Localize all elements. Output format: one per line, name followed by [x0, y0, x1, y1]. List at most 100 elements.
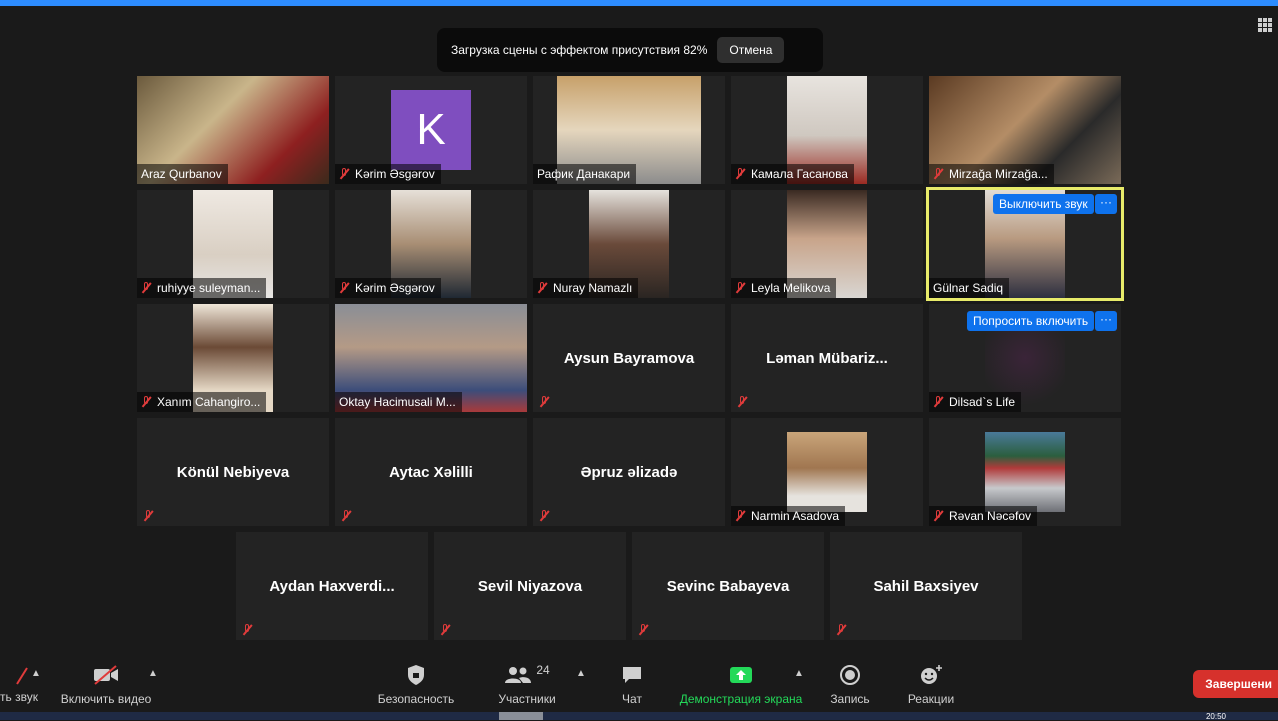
participant-name: Kərim Əsgərov [335, 278, 441, 298]
mic-muted-icon [339, 282, 349, 294]
participant-display-name: Sevinc Babayeva [666, 578, 790, 595]
mic-muted-icon [933, 510, 943, 522]
participant-tile[interactable]: Oktay Hacimusali M... [335, 304, 527, 412]
participant-tile[interactable]: Sevil Niyazova [434, 532, 626, 640]
participant-tile[interactable]: Камала Гасанова [731, 76, 923, 184]
video-options-chevron-icon[interactable]: ▲ [148, 668, 158, 679]
immersive-loading-banner: Загрузка сцены с эффектом присутствия 82… [437, 28, 823, 72]
video-off-icon [58, 662, 154, 688]
participant-display-name: Könül Nebiyeva [176, 464, 290, 481]
end-meeting-button[interactable]: Завершени [1193, 670, 1278, 698]
mic-muted-icon [735, 510, 745, 522]
profile-picture [787, 432, 867, 512]
reactions-label: Реакции [907, 692, 955, 706]
mic-muted-icon [141, 282, 151, 294]
audio-options-chevron-icon[interactable]: ▲ [31, 668, 41, 679]
banner-text: Загрузка сцены с эффектом присутствия 82… [451, 43, 708, 57]
mic-muted-icon [933, 396, 943, 408]
participant-name: Рафик Данакари [533, 164, 637, 184]
participant-name: ruhiyye suleyman... [137, 278, 267, 298]
chat-button[interactable]: Чат [612, 662, 652, 706]
participant-tile[interactable]: ruhiyye suleyman... [137, 190, 329, 298]
participant-tile[interactable]: Mirzağa Mirzağa... [929, 76, 1121, 184]
record-label: Запись [830, 692, 870, 706]
participant-display-name: Sahil Baxsiyev [873, 578, 979, 595]
participant-display-name: Aydan Haxverdi... [269, 578, 395, 595]
participant-tile[interactable]: Sahil Baxsiyev [830, 532, 1022, 640]
mic-muted-icon [735, 282, 745, 294]
share-screen-icon [676, 662, 806, 688]
participant-tile[interactable]: Əpruz əlizadə [533, 418, 725, 526]
participant-tile[interactable]: Попросить включить ··· Dilsad`s Life [929, 304, 1121, 412]
mute-button[interactable]: Выключить звук [993, 194, 1094, 214]
start-video-label: Включить видео [60, 692, 152, 706]
security-button[interactable]: Безопасность [372, 662, 460, 706]
mic-muted-icon [933, 168, 943, 180]
participants-label: Участники [498, 692, 556, 706]
share-screen-button[interactable]: Демонстрация экрана [676, 662, 806, 706]
participant-display-name: Ləman Mübariz... [766, 350, 888, 367]
gallery-view-icon[interactable] [1258, 18, 1272, 32]
mic-muted-icon [539, 510, 549, 522]
mic-muted-icon [737, 396, 747, 408]
participant-tile[interactable]: Kərim Əsgərov [335, 190, 527, 298]
window-top-bar [0, 0, 1278, 6]
mic-muted-icon [537, 282, 547, 294]
more-options-button[interactable]: ··· [1095, 194, 1117, 214]
participant-tile[interactable]: Narmin Asadova [731, 418, 923, 526]
record-button[interactable]: Запись [826, 662, 874, 706]
mic-muted-icon [242, 624, 252, 636]
share-options-chevron-icon[interactable]: ▲ [794, 668, 804, 679]
participant-display-name: Əpruz əlizadə [580, 464, 678, 481]
share-screen-label: Демонстрация экрана [679, 692, 803, 706]
participants-button[interactable]: 24 Участники [494, 662, 560, 706]
participant-tile[interactable]: Könül Nebiyeva [137, 418, 329, 526]
mic-muted-icon [836, 624, 846, 636]
participant-name: Камала Гасанова [731, 164, 854, 184]
meeting-toolbar: ▲ Включить видео ▲ Безопасность 24 Участ… [0, 654, 1278, 712]
mic-muted-icon [440, 624, 450, 636]
participant-name: Dilsad`s Life [929, 392, 1022, 412]
mic-muted-icon [141, 396, 151, 408]
participant-tile[interactable]: Ləman Mübariz... [731, 304, 923, 412]
security-label: Безопасность [377, 692, 455, 706]
mic-muted-icon [143, 510, 153, 522]
taskbar-app-thumbnail[interactable] [499, 712, 543, 720]
reactions-emoji-icon [903, 662, 959, 688]
participant-name: Oktay Hacimusali M... [335, 392, 462, 412]
participant-tile[interactable]: Xanım Cahangiro... [137, 304, 329, 412]
mic-muted-icon [735, 168, 745, 180]
avatar: K [391, 90, 471, 170]
participant-tile[interactable]: Sevinc Babayeva [632, 532, 824, 640]
participant-tile[interactable]: Aytac Xəlilli [335, 418, 527, 526]
profile-picture [985, 432, 1065, 512]
participant-tile[interactable]: Rəvan Nəcəfov [929, 418, 1121, 526]
start-video-button[interactable]: Включить видео [58, 662, 154, 706]
participant-display-name: Sevil Niyazova [477, 578, 583, 595]
participants-count: 24 [536, 663, 550, 677]
participant-tile[interactable]: Nuray Namazlı [533, 190, 725, 298]
mic-muted-icon [638, 624, 648, 636]
participant-tile[interactable]: K Kərim Əsgərov [335, 76, 527, 184]
windows-taskbar [0, 712, 1278, 720]
ask-to-unmute-button[interactable]: Попросить включить [967, 311, 1095, 331]
participant-tile[interactable]: Рафик Данакари [533, 76, 725, 184]
mic-muted-icon [339, 168, 349, 180]
more-options-button[interactable]: ··· [1095, 311, 1117, 331]
chat-bubble-icon [612, 662, 652, 688]
participant-tile[interactable]: Aydan Haxverdi... [236, 532, 428, 640]
mic-muted-icon [341, 510, 351, 522]
record-icon [826, 662, 874, 688]
participant-tile[interactable]: Leyla Melikova [731, 190, 923, 298]
participant-tile[interactable]: Aysun Bayramova [533, 304, 725, 412]
participant-name: Araz Qurbanov [137, 164, 228, 184]
participant-tile[interactable]: Araz Qurbanov [137, 76, 329, 184]
reactions-button[interactable]: Реакции [903, 662, 959, 706]
participants-icon: 24 [494, 662, 560, 688]
participant-name: Mirzağa Mirzağa... [929, 164, 1054, 184]
participant-tile-active-speaker[interactable]: Выключить звук ··· Gülnar Sadiq [926, 187, 1124, 301]
participant-display-name: Aysun Bayramova [563, 350, 695, 367]
participant-name: Kərim Əsgərov [335, 164, 441, 184]
cancel-button[interactable]: Отмена [717, 37, 785, 63]
participants-options-chevron-icon[interactable]: ▲ [576, 668, 586, 679]
